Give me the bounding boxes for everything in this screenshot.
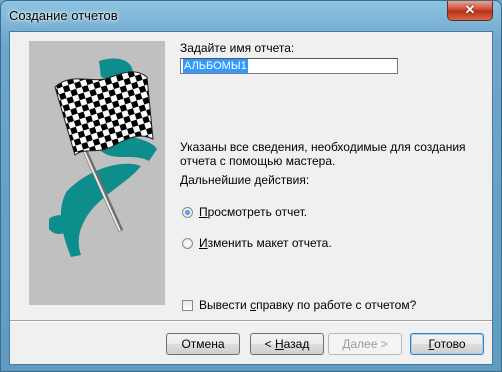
report-wizard-window: Создание отчетов ✕ Задайте имя отчета: А… bbox=[0, 0, 502, 372]
info-line-1: Указаны все сведения, необходимые для со… bbox=[180, 140, 466, 154]
back-button[interactable]: < Назад bbox=[250, 333, 324, 355]
next-actions-label: Дальнейшие действия: bbox=[180, 173, 310, 187]
finish-button[interactable]: Готово bbox=[410, 333, 484, 355]
close-button[interactable]: ✕ bbox=[447, 1, 493, 21]
report-name-value: АЛЬБОМЫ1 bbox=[183, 59, 248, 73]
wizard-picture bbox=[29, 41, 165, 305]
report-name-label: Задайте имя отчета: bbox=[180, 41, 295, 55]
info-line-2: отчета с помощью мастера. bbox=[180, 154, 336, 168]
next-button[interactable]: Далее > bbox=[328, 333, 402, 355]
divider bbox=[10, 320, 492, 322]
help-checkbox[interactable]: Вывести справку по работе с отчетом? bbox=[182, 298, 416, 312]
title-bar[interactable]: Создание отчетов ✕ bbox=[1, 1, 501, 31]
radio-preview-label: Просмотреть отчет. bbox=[199, 205, 308, 219]
report-name-input[interactable]: АЛЬБОМЫ1 bbox=[180, 58, 398, 74]
radio-modify-indicator[interactable] bbox=[182, 237, 193, 249]
radio-modify-layout[interactable]: Изменить макет отчета. bbox=[182, 236, 332, 250]
checkered-flag-icon bbox=[49, 58, 157, 257]
dialog-body: Задайте имя отчета: АЛЬБОМЫ1 Указаны все… bbox=[9, 31, 493, 365]
radio-modify-label: Изменить макет отчета. bbox=[199, 236, 332, 250]
help-checkbox-box[interactable] bbox=[182, 299, 193, 311]
radio-preview-indicator[interactable] bbox=[182, 206, 193, 218]
info-text: Указаны все сведения, необходимые для со… bbox=[180, 140, 480, 168]
close-icon: ✕ bbox=[464, 2, 476, 17]
window-title: Создание отчетов bbox=[9, 8, 118, 23]
cancel-button[interactable]: Отмена bbox=[166, 333, 240, 355]
radio-preview-report[interactable]: Просмотреть отчет. bbox=[182, 205, 307, 219]
help-checkbox-label: Вывести справку по работе с отчетом? bbox=[199, 298, 417, 312]
